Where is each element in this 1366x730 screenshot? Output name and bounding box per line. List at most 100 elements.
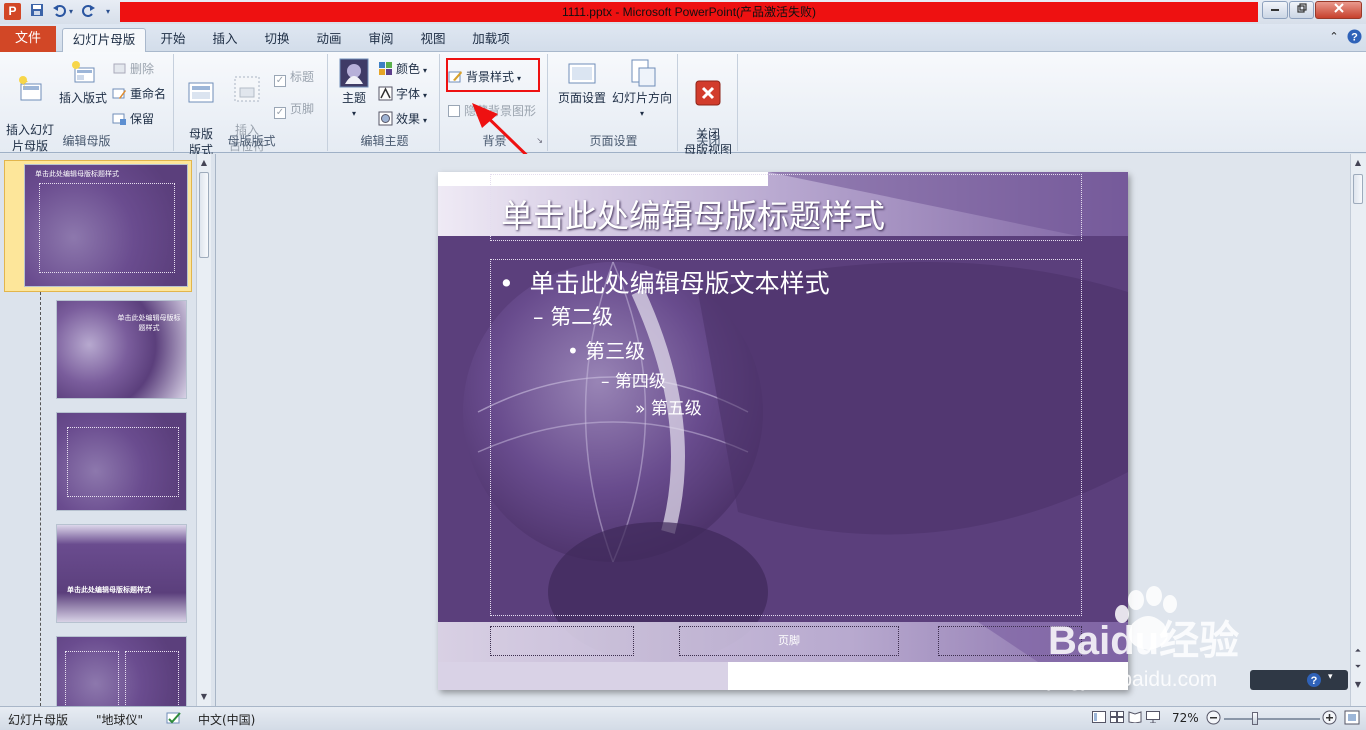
minimize-button[interactable] <box>1262 1 1288 19</box>
group-label-close: 关闭 <box>696 134 721 148</box>
tab-addins[interactable]: 加载项 <box>464 28 518 52</box>
thumbnail-slide-master[interactable]: 单击此处编辑母版标题样式 <box>24 164 188 287</box>
tab-home[interactable]: 开始 <box>152 28 194 52</box>
footer-checkbox-label: 页脚 <box>290 102 315 116</box>
restore-button[interactable] <box>1289 1 1314 19</box>
slideshow-view-icon[interactable] <box>1146 711 1160 726</box>
effects-button[interactable]: 效果 ▾ <box>378 110 427 128</box>
fonts-button[interactable]: 字体 ▾ <box>378 85 427 103</box>
insert-layout-icon <box>72 61 95 83</box>
thumbnail-connector-line <box>40 292 41 706</box>
themes-icon <box>339 58 369 88</box>
normal-view-icon[interactable] <box>1092 711 1106 726</box>
colors-label: 颜色 <box>396 62 421 76</box>
slide-vertical-scrollbar[interactable]: ▲ ⏶ ⏷ ▼ <box>1350 154 1366 706</box>
status-language[interactable]: 中文(中国) <box>198 711 255 728</box>
scroll-down-icon[interactable]: ▼ <box>197 690 211 704</box>
tab-slide-master[interactable]: 幻灯片母版 <box>62 28 146 53</box>
footer-placeholder[interactable]: 页脚 <box>679 626 899 656</box>
highlight-box <box>446 58 540 92</box>
themes-button[interactable]: 主题 ▾ <box>336 58 372 122</box>
slide-canvas[interactable]: 单击此处编辑母版标题样式 • 单击此处编辑母版文本样式 – 第二级 • 第三级 … <box>438 172 1128 690</box>
scrollbar-thumb[interactable] <box>199 172 209 258</box>
help-icon[interactable]: ? <box>1346 29 1362 45</box>
scroll-up-icon[interactable]: ▲ <box>197 156 211 170</box>
group-label-edit-master: 编辑母版 <box>62 134 111 148</box>
level1-bullet-icon: • <box>499 269 530 298</box>
zoom-slider-thumb[interactable] <box>1252 712 1258 725</box>
thumbnail-scrollbar[interactable]: ▲ ▼ <box>196 154 211 706</box>
level1-text: • 单击此处编辑母版文本样式 <box>499 264 830 300</box>
status-theme-name[interactable]: "地球仪" <box>96 711 143 728</box>
delete-label: 删除 <box>130 62 155 76</box>
tab-review[interactable]: 审阅 <box>360 28 402 52</box>
insert-layout-button[interactable]: 插入版式 <box>58 58 108 106</box>
page-setup-button[interactable]: 页面设置 <box>554 58 610 106</box>
close-master-view-icon <box>695 80 721 106</box>
colors-button[interactable]: 颜色 ▾ <box>378 60 427 78</box>
customize-qat-icon[interactable]: ▾ <box>102 3 114 21</box>
level4-label: 第四级 <box>614 372 666 392</box>
title-placeholder[interactable]: 单击此处编辑母版标题样式 <box>490 174 1082 241</box>
slide-thumbnail-panel: 1 单击此处编辑母版标题样式 单击此处编辑母版标题样式 单击此处编辑母版标题样式… <box>0 154 216 706</box>
title-checkbox-label: 标题 <box>290 70 315 84</box>
thumbnail-layout-section[interactable]: 单击此处编辑母版标题样式 <box>56 524 187 623</box>
fonts-label: 字体 <box>396 87 421 101</box>
close-window-button[interactable] <box>1315 1 1362 19</box>
tab-file[interactable]: 文件 <box>0 26 56 52</box>
undo-dropdown-icon[interactable]: ▾ <box>66 3 76 21</box>
powerpoint-app-icon[interactable]: P <box>4 3 21 20</box>
body-placeholder[interactable]: • 单击此处编辑母版文本样式 – 第二级 • 第三级 – 第四级 » 第五级 <box>490 259 1082 616</box>
group-label-master-layout: 母版版式 <box>227 134 276 148</box>
group-master-layout: 母版 版式 插入 占位符 ✓ 标题 ✓ 页脚 母版版式 <box>176 54 328 157</box>
level1-label: 单击此处编辑母版文本样式 <box>529 269 830 298</box>
status-view-name: 幻灯片母版 <box>8 713 69 727</box>
thumbnail-layout-title[interactable]: 单击此处编辑母版标题样式 <box>56 300 187 399</box>
fit-to-window-icon[interactable] <box>1344 710 1360 728</box>
tab-insert[interactable]: 插入 <box>204 28 246 52</box>
slide-sorter-view-icon[interactable] <box>1110 711 1124 726</box>
tab-view[interactable]: 视图 <box>412 28 454 52</box>
status-bar: 幻灯片母版 "地球仪" 中文(中国) 72% <box>0 706 1366 730</box>
zoom-out-icon[interactable] <box>1206 710 1221 728</box>
insert-placeholder-icon <box>234 76 260 102</box>
collapse-ribbon-icon[interactable]: ⌃ <box>1326 29 1342 45</box>
thumbnail-layout-two-content[interactable] <box>56 636 187 706</box>
effects-label: 效果 <box>396 112 421 126</box>
redo-icon[interactable] <box>80 3 98 21</box>
themes-dropdown-icon: ▾ <box>351 109 356 118</box>
level2-text: – 第二级 <box>533 301 613 331</box>
thumbnail-body-box <box>39 183 175 273</box>
thumbnail-body-box <box>67 427 179 497</box>
slide-scrollbar-thumb[interactable] <box>1353 174 1363 204</box>
slide-scroll-down-icon[interactable]: ▼ <box>1351 678 1365 692</box>
slide-scroll-up-icon[interactable]: ▲ <box>1351 156 1365 170</box>
preserve-button[interactable]: 保留 <box>112 110 154 128</box>
tab-animations[interactable]: 动画 <box>308 28 350 52</box>
restore-icon <box>1296 3 1307 13</box>
delete-button[interactable]: 删除 <box>112 60 154 78</box>
group-edit-master: 插入幻灯 片母版 插入版式 删除 重命名 保留 编辑母版 <box>0 54 174 153</box>
colors-icon <box>378 61 393 76</box>
title-check-icon: ✓ <box>274 75 286 87</box>
zoom-level[interactable]: 72% <box>1172 711 1199 725</box>
themes-label: 主题 <box>341 91 366 105</box>
rename-button[interactable]: 重命名 <box>112 85 166 103</box>
next-slide-icon[interactable]: ⏷ <box>1351 660 1365 674</box>
thumbnail-layout-content[interactable] <box>56 412 187 511</box>
tab-transitions[interactable]: 切换 <box>256 28 298 52</box>
zoom-in-icon[interactable] <box>1322 710 1337 728</box>
date-placeholder[interactable] <box>490 626 634 656</box>
save-icon[interactable] <box>28 3 46 21</box>
delete-icon <box>112 61 127 76</box>
reading-view-icon[interactable] <box>1128 711 1142 726</box>
previous-slide-icon[interactable]: ⏶ <box>1351 644 1365 658</box>
level2-label: 第二级 <box>550 305 614 329</box>
footer-checkbox[interactable]: ✓ 页脚 <box>274 100 315 119</box>
zoom-slider-track[interactable] <box>1224 718 1320 720</box>
title-checkbox[interactable]: ✓ 标题 <box>274 68 315 87</box>
level3-label: 第三级 <box>585 339 646 363</box>
watermark-brand: Baidu经验 <box>1048 619 1240 663</box>
thumbnail-4-title: 单击此处编辑母版标题样式 <box>67 586 151 594</box>
spell-check-icon[interactable] <box>166 711 182 728</box>
